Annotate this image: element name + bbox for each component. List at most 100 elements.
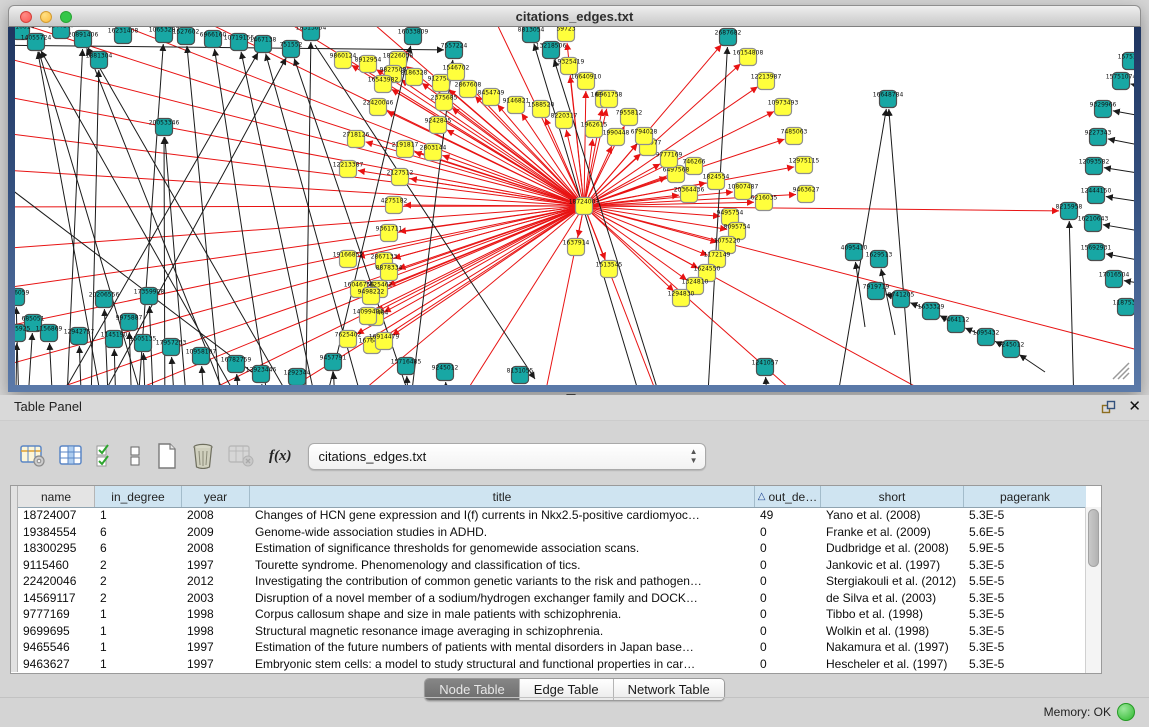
network-edge[interactable] [262, 384, 267, 385]
cell-name[interactable]: 9463627 [18, 657, 95, 671]
import-table-icon[interactable] [228, 441, 254, 471]
cell-pagerank[interactable]: 5.3E-5 [964, 508, 1086, 522]
network-node[interactable]: 2126059 [15, 289, 30, 306]
column-header-name[interactable]: name [18, 486, 95, 507]
cell-name[interactable]: 14569117 [18, 591, 95, 605]
network-graph[interactable]: 1872400798601248912954182260589827508165… [15, 27, 1134, 385]
table-row[interactable]: 946362711997Embryonic stem cells: a mode… [11, 656, 1086, 673]
network-node[interactable]: 9463627 [793, 186, 820, 203]
resize-grip-icon[interactable] [1113, 363, 1129, 379]
network-edge[interactable] [79, 346, 83, 385]
table-selector-dropdown[interactable]: citations_edges.txt ▲▼ [308, 443, 706, 470]
cell-year[interactable]: 1998 [182, 624, 250, 638]
cell-short[interactable]: Tibbo et al. (1998) [821, 607, 964, 621]
select-columns-icon[interactable] [96, 441, 116, 471]
cell-title[interactable]: Disruption of a novel member of a sodium… [250, 591, 755, 605]
cell-in_degree[interactable]: 1 [95, 657, 182, 671]
network-node[interactable]: 751552 [280, 41, 303, 58]
column-header-in-degree[interactable]: in_degree [95, 486, 182, 507]
cell-pagerank[interactable]: 5.3E-5 [964, 657, 1086, 671]
cell-year[interactable]: 2008 [182, 541, 250, 555]
network-node[interactable]: 16154808 [733, 49, 764, 66]
scrollbar-thumb[interactable] [1088, 509, 1099, 567]
cell-name[interactable]: 9777169 [18, 607, 95, 621]
network-node[interactable]: 15751074 [1106, 73, 1134, 90]
cell-pagerank[interactable]: 5.3E-5 [964, 624, 1086, 638]
cell-in_degree[interactable]: 6 [95, 541, 182, 555]
network-node[interactable]: 8813054 [518, 27, 545, 43]
network-edge[interactable] [584, 91, 586, 197]
cell-short[interactable]: Hescheler et al. (1997) [821, 657, 964, 671]
network-node[interactable]: 16640910 [571, 73, 602, 90]
cell-in_degree[interactable]: 2 [95, 558, 182, 572]
network-edge[interactable] [1069, 221, 1075, 385]
cell-out_degree[interactable]: 0 [755, 657, 821, 671]
column-header-short[interactable]: short [821, 486, 964, 507]
network-node[interactable]: 16543982 [368, 76, 399, 93]
network-node[interactable]: 1145190 [101, 331, 128, 348]
network-node[interactable]: 2127512 [387, 169, 414, 186]
network-edge[interactable] [1108, 139, 1134, 152]
column-header-title[interactable]: title [250, 486, 755, 507]
network-edge[interactable] [1124, 281, 1134, 289]
network-node[interactable]: 1156869 [36, 325, 63, 342]
network-node[interactable]: 16033809 [398, 28, 429, 45]
function-builder-icon[interactable]: f(x) [269, 441, 292, 471]
network-node[interactable]: 13218506 [536, 42, 567, 59]
cell-pagerank[interactable]: 5.5E-5 [964, 574, 1086, 588]
cell-title[interactable]: Structural magnetic resonance image aver… [250, 624, 755, 638]
network-edge[interactable] [172, 357, 177, 385]
table-row[interactable]: 2242004622012Investigating the contribut… [11, 573, 1086, 590]
cell-title[interactable]: Embryonic stem cells: a model to study s… [250, 657, 755, 671]
network-node[interactable]: 1824554 [703, 173, 730, 190]
network-edge[interactable] [384, 210, 576, 312]
network-edge[interactable] [442, 155, 575, 203]
cell-short[interactable]: Yano et al. (2008) [821, 508, 964, 522]
cell-out_degree[interactable]: 0 [755, 574, 821, 588]
cell-in_degree[interactable]: 6 [95, 525, 182, 539]
network-node[interactable]: 8220317 [551, 112, 578, 129]
network-node[interactable]: 10958107 [186, 348, 217, 365]
network-node[interactable]: 1527602 [173, 28, 200, 45]
cell-name[interactable]: 19384554 [18, 525, 95, 539]
network-node[interactable]: 10973493 [768, 99, 799, 116]
cell-name[interactable]: 9115460 [18, 558, 95, 572]
network-node[interactable]: 1467138 [250, 36, 277, 53]
table-row[interactable]: 969969511998Structural magnetic resonanc… [11, 623, 1086, 640]
network-node[interactable]: 9464112 [943, 316, 970, 333]
cell-name[interactable]: 9699695 [18, 624, 95, 638]
network-node[interactable]: 59723 [556, 27, 575, 42]
network-node[interactable]: 4275182 [381, 197, 408, 214]
cell-in_degree[interactable]: 1 [95, 508, 182, 522]
cell-year[interactable]: 1997 [182, 640, 250, 654]
network-node[interactable]: 15716485 [391, 358, 422, 375]
cell-title[interactable]: Tourette syndrome. Phenomenology and cla… [250, 558, 755, 572]
cell-out_degree[interactable]: 0 [755, 624, 821, 638]
network-edge[interactable] [15, 127, 575, 205]
network-node[interactable]: 16210643 [1078, 215, 1109, 232]
row-height-icon[interactable] [129, 441, 141, 471]
network-node[interactable]: 1513545 [596, 261, 623, 278]
show-columns-icon[interactable] [59, 441, 83, 471]
network-node[interactable]: 9741205 [888, 291, 915, 308]
cell-out_degree[interactable]: 0 [755, 525, 821, 539]
vertical-scrollbar[interactable] [1085, 507, 1101, 673]
network-node[interactable]: 9329966 [1090, 101, 1117, 118]
network-node[interactable]: 15692931 [1081, 244, 1112, 261]
cell-short[interactable]: de Silva et al. (2003) [821, 591, 964, 605]
cell-pagerank[interactable]: 5.3E-5 [964, 640, 1086, 654]
cell-in_degree[interactable]: 1 [95, 624, 182, 638]
network-node[interactable]: 3915925 [15, 325, 31, 342]
network-node[interactable]: 22420046 [363, 99, 394, 116]
cell-year[interactable]: 2009 [182, 525, 250, 539]
cell-name[interactable]: 22420046 [18, 574, 95, 588]
table-row[interactable]: 1872400712008Changes of HCN gene express… [11, 507, 1086, 524]
network-node[interactable]: 1881304 [86, 52, 113, 69]
network-edge[interactable] [15, 343, 17, 385]
network-node[interactable]: 8131055 [507, 367, 534, 384]
network-edge[interactable] [1019, 355, 1045, 372]
network-edge[interactable] [215, 49, 275, 385]
network-node[interactable]: 12444150 [1081, 187, 1112, 204]
cell-year[interactable]: 2012 [182, 574, 250, 588]
cell-in_degree[interactable]: 1 [95, 607, 182, 621]
